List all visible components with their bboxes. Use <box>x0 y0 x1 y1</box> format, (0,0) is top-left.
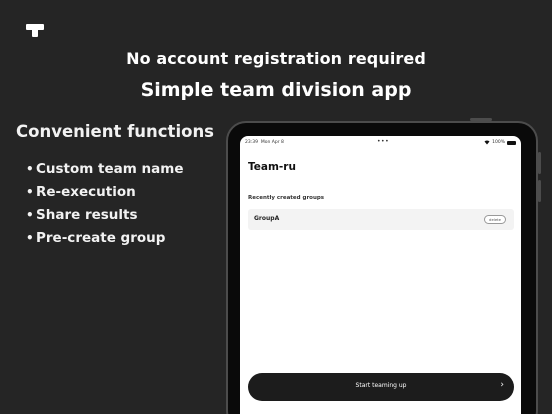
bullet-icon: • <box>26 207 34 222</box>
volume-down-button <box>538 180 541 202</box>
wifi-icon <box>484 140 490 145</box>
app-logo-icon <box>26 24 44 37</box>
multitask-dots-icon: ••• <box>377 138 390 145</box>
status-right: 100% <box>484 140 516 145</box>
delete-button[interactable]: delete <box>484 215 506 224</box>
recent-groups-label: Recently created groups <box>248 195 325 201</box>
bullet-icon: • <box>26 161 34 176</box>
app-title: Team-ru <box>248 161 296 173</box>
feature-item: • Pre-create group <box>26 229 166 246</box>
features-list: • Custom team name • Re-execution • Share r… <box>26 157 183 249</box>
power-button <box>470 118 492 121</box>
headline-secondary: Simple team division app <box>140 79 412 101</box>
feature-item: • Re-execution <box>26 183 136 200</box>
bullet-icon: • <box>26 230 34 245</box>
features-title: Convenient functions <box>16 122 215 141</box>
feature-item: • Custom team name <box>26 160 184 177</box>
status-time: 23:39 Mon Apr 8 <box>245 140 284 145</box>
battery-percent: 100% <box>492 140 505 145</box>
bullet-icon: • <box>26 184 34 199</box>
start-teaming-label: Start teaming up <box>355 382 407 389</box>
headline-primary: No account registration required <box>126 49 426 68</box>
volume-up-button <box>538 152 541 174</box>
tablet-screen: 23:39 Mon Apr 8 ••• 100% Team-ru Recentl… <box>240 136 521 414</box>
start-teaming-button[interactable]: Start teaming up › <box>248 373 514 401</box>
group-name: GroupA <box>254 215 280 222</box>
feature-item: • Share results <box>26 206 138 223</box>
chevron-right-icon: › <box>500 380 504 390</box>
battery-icon <box>507 140 516 145</box>
list-item[interactable]: GroupA delete <box>248 209 514 230</box>
status-bar: 23:39 Mon Apr 8 ••• 100% <box>240 138 521 149</box>
